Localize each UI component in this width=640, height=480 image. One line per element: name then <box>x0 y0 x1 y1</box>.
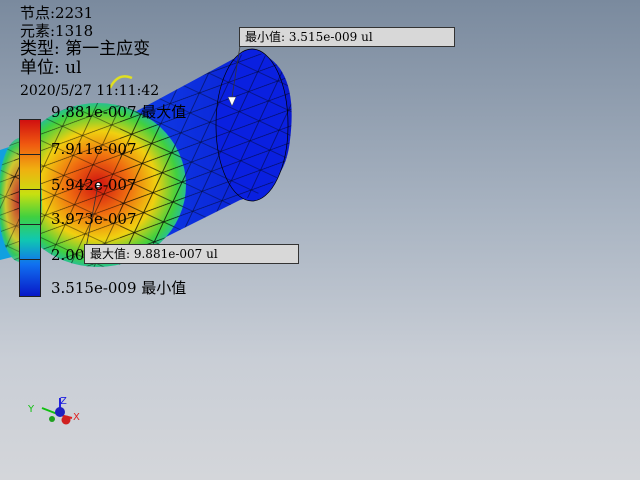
legend-tick-label: 7.911e-007 <box>51 140 137 158</box>
legend-min-label: 3.515e-009 最小值 <box>51 279 187 297</box>
triad-z-label: Z <box>60 396 67 407</box>
legend-tick-label: 5.942e-007 <box>51 176 137 194</box>
view-triad[interactable]: Y Z X <box>27 396 80 425</box>
timestamp: 2020/5/27 11:11:42 <box>20 83 160 99</box>
triad-x-label: X <box>73 412 80 423</box>
result-type: 类型: 第一主应变 <box>20 39 151 59</box>
triad-y-label: Y <box>27 404 35 415</box>
node-count: 节点:2231 <box>20 4 94 22</box>
legend-tick-label: 3.973e-007 <box>51 210 137 228</box>
element-count: 元素:1318 <box>20 22 94 40</box>
legend-tick <box>19 224 41 225</box>
model-viewport[interactable]: Y Z X <box>0 0 640 480</box>
max-value-callout[interactable]: 最大值: 9.881e-007 ul <box>84 244 299 264</box>
legend-tick <box>19 154 41 155</box>
result-unit: 单位: ul <box>20 58 82 78</box>
legend-tick <box>19 189 41 190</box>
color-scale-bar <box>19 119 41 297</box>
legend-tick <box>19 259 41 260</box>
min-value-callout[interactable]: 最小值: 3.515e-009 ul <box>239 27 455 47</box>
legend-max-label: 9.881e-007 最大值 <box>51 103 187 121</box>
